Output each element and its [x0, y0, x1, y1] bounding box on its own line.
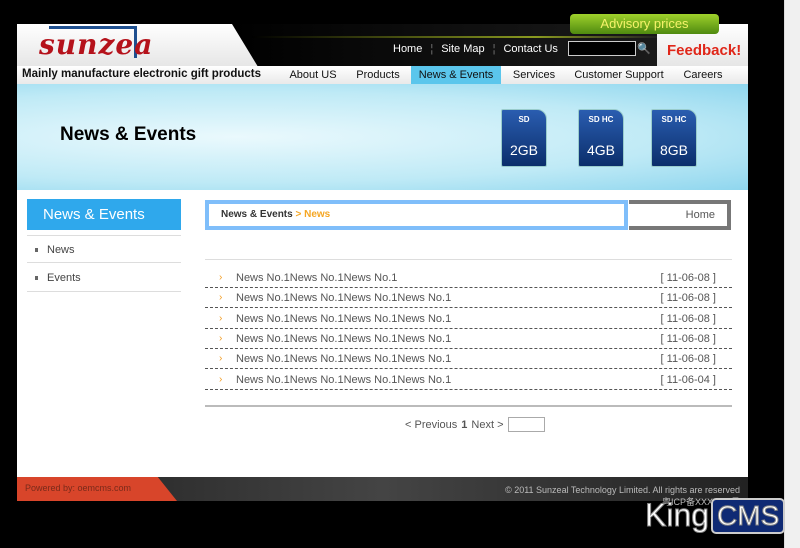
arrow-icon: › — [219, 373, 223, 385]
news-row[interactable]: › News No.1News No.1News No.1News No.1 [ 1… — [205, 370, 732, 390]
next-link[interactable]: Next > — [471, 419, 503, 431]
prev-link[interactable]: < Previous — [405, 419, 457, 431]
news-date: [ 11-06-08 ] — [660, 312, 716, 325]
news-row[interactable]: › News No.1News No.1News No.1News No.1 [ 1… — [205, 288, 732, 309]
footer: Powered by: oemcms.com © 2011 Sunzeal Te… — [17, 477, 748, 507]
current-page: 1 — [461, 418, 468, 431]
sidebar-title: News & Events — [27, 199, 181, 230]
breadcrumb-home[interactable]: Home — [629, 200, 731, 230]
main-nav: Mainly manufacture electronic gift produ… — [17, 66, 748, 84]
banner-title: News & Events — [60, 124, 197, 145]
slogan: Mainly manufacture electronic gift produ… — [22, 68, 261, 80]
news-row[interactable]: › News No.1News No.1News No.1 [ 11-06-08 ] — [205, 268, 732, 288]
news-title[interactable]: News No.1News No.1News No.1News No.1 — [236, 288, 451, 308]
page-jump-input[interactable] — [507, 417, 545, 432]
kingcms-watermark: King CMS — [644, 497, 786, 534]
nav-services[interactable]: Services — [505, 66, 563, 84]
news-row[interactable]: › News No.1News No.1News No.1News No.1 [ 1… — [205, 349, 732, 370]
link-site-map[interactable]: Site Map — [433, 43, 492, 55]
link-home[interactable]: Home — [385, 43, 430, 55]
arrow-icon: › — [219, 312, 223, 324]
sidebar-item-events[interactable]: Events — [27, 264, 181, 292]
news-title[interactable]: News No.1News No.1News No.1News No.1 — [236, 329, 451, 349]
advisory-prices-button[interactable]: Advisory prices — [570, 14, 719, 34]
arrow-icon: › — [219, 272, 223, 283]
sidebar-item-news[interactable]: News — [27, 235, 181, 263]
news-date: [ 11-06-08 ] — [660, 272, 716, 284]
sd-card-image: SD HC 8GB — [651, 109, 697, 167]
breadcrumb-current: > News — [295, 209, 331, 220]
link-contact-us[interactable]: Contact Us — [495, 43, 565, 55]
news-title[interactable]: News No.1News No.1News No.1News No.1 — [236, 370, 451, 390]
sd-card-image: SD HC 4GB — [578, 109, 624, 167]
search-icon[interactable]: 🔍 — [637, 42, 651, 55]
nav-about-us[interactable]: About US — [282, 66, 344, 84]
news-row[interactable]: › News No.1News No.1News No.1News No.1 [ 1… — [205, 329, 732, 349]
search-input[interactable] — [567, 41, 636, 56]
powered-by[interactable]: Powered by: oemcms.com — [17, 477, 177, 501]
news-title[interactable]: News No.1News No.1News No.1News No.1 — [236, 349, 451, 369]
arrow-icon: › — [219, 353, 223, 365]
breadcrumb-parent[interactable]: News & Events — [221, 209, 293, 220]
arrow-icon: › — [219, 332, 223, 344]
scrollbar[interactable] — [784, 0, 800, 548]
news-title[interactable]: News No.1News No.1News No.1News No.1 — [236, 309, 451, 329]
pagination: < Previous 1 Next > — [405, 417, 545, 432]
news-row[interactable]: › News No.1News No.1News No.1News No.1 [ 1… — [205, 309, 732, 329]
nav-products[interactable]: Products — [347, 66, 409, 84]
top-links: Home ¦ Site Map ¦ Contact Us — [385, 41, 636, 56]
news-date: [ 11-06-08 ] — [660, 332, 716, 345]
news-date: [ 11-06-08 ] — [660, 353, 716, 366]
divider — [205, 259, 732, 260]
nav-careers[interactable]: Careers — [677, 66, 729, 84]
news-date: [ 11-06-08 ] — [660, 292, 716, 305]
feedback-button[interactable]: Feedback! — [667, 42, 741, 59]
nav-news-events[interactable]: News & Events — [411, 66, 501, 84]
page: sunzea Advisory prices Home ¦ Site Map ¦ C… — [17, 14, 748, 501]
banner: News & Events SD 2GB SD HC 4GB SD HC 8GB — [17, 84, 748, 190]
news-title[interactable]: News No.1News No.1News No.1 — [236, 268, 397, 288]
arrow-icon: › — [219, 292, 223, 304]
news-date: [ 11-06-04 ] — [660, 373, 716, 386]
breadcrumb: News & Events > News — [205, 200, 628, 230]
divider — [205, 405, 732, 407]
sd-card-image: SD 2GB — [501, 109, 547, 167]
logo[interactable]: sunzea — [39, 28, 153, 61]
nav-customer-support[interactable]: Customer Support — [569, 66, 669, 84]
